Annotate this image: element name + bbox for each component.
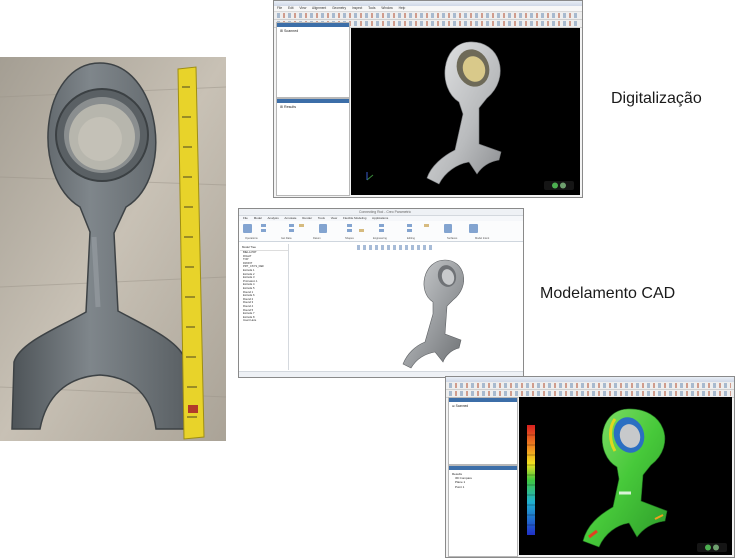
scan-3d-viewport[interactable] — [351, 28, 580, 195]
inspection-software-window: ⊞ Scanned Results 3D Compare Plane 1 Poi… — [445, 376, 735, 558]
group-editing: Editing — [407, 237, 415, 240]
menu-edit[interactable]: Edit — [288, 6, 294, 10]
software-logo-icon — [544, 181, 574, 190]
ribbon-tab-view[interactable]: View — [331, 216, 337, 220]
tree-item[interactable]: Insert Here — [243, 319, 288, 323]
group-model-intent: Model Intent — [475, 237, 490, 240]
color-map-part — [582, 408, 668, 548]
cad-graphics-area[interactable] — [289, 244, 521, 370]
inspect-3d-viewport[interactable] — [519, 397, 732, 555]
ribbon-tab-analysis[interactable]: Analysis — [268, 216, 279, 220]
group-shapes: Shapes — [345, 237, 354, 240]
model-tree-list[interactable]: BIELA.PRT RIGHT TOP FRONT PRT_CSYS_DEF E… — [240, 251, 288, 323]
ribbon-tab-applications[interactable]: Applications — [372, 216, 388, 220]
tree-item-scanned[interactable]: Scanned — [284, 29, 298, 33]
group-operations: Operations — [245, 237, 258, 240]
tree-item-results[interactable]: Results — [284, 105, 296, 109]
tree-item-scanned[interactable]: Scanned — [456, 404, 469, 408]
deviation-color-scale — [527, 425, 535, 535]
scan-tree-panel-top: ⊞ Scanned — [276, 22, 350, 98]
cad-part-model — [402, 259, 464, 369]
ribbon-tab-render[interactable]: Render — [302, 216, 312, 220]
menu-inspect[interactable]: Inspect — [352, 6, 362, 10]
menu-file[interactable]: File — [277, 6, 282, 10]
cad-title: Connecting Rod - Creo Parametric — [359, 210, 412, 214]
cad-model-tree[interactable]: Model Tree BIELA.PRT RIGHT TOP FRONT PRT… — [240, 244, 289, 370]
label-modelamento-cad: Modelamento CAD — [540, 285, 676, 302]
group-engineering: Engineering — [373, 237, 387, 240]
menu-geometry[interactable]: Geometry — [332, 6, 346, 10]
cad-quick-access[interactable]: Connecting Rod - Creo Parametric — [239, 209, 523, 216]
scan-software-window: File Edit View Alignment Geometry Inspec… — [273, 0, 583, 198]
menu-window[interactable]: Window — [381, 6, 392, 10]
scan-toolbar[interactable] — [274, 12, 582, 20]
software-logo-icon — [697, 543, 727, 552]
ribbon-tab-model[interactable]: Model — [254, 216, 262, 220]
tree-item-point[interactable]: Point 1 — [452, 485, 514, 489]
model-tree-header: Model Tree — [240, 244, 288, 251]
scan-tree-panel-bottom: ⊞ Results — [276, 98, 350, 196]
menu-view[interactable]: View — [299, 6, 306, 10]
ribbon-tab-flexible-modeling[interactable]: Flexible Modeling — [343, 216, 366, 220]
inspect-toolbar[interactable] — [446, 382, 734, 390]
cad-software-window: Connecting Rod - Creo Parametric File Mo… — [238, 208, 524, 378]
scanned-part-mesh — [426, 41, 502, 185]
axis-triad-icon — [366, 172, 374, 181]
connecting-rod-photo — [0, 57, 226, 441]
ribbon-tab-tools[interactable]: Tools — [318, 216, 325, 220]
inspect-tree-panel-bottom: Results 3D Compare Plane 1 Point 1 — [448, 465, 518, 557]
menu-help[interactable]: Help — [399, 6, 406, 10]
ribbon-tab-annotate[interactable]: Annotate — [284, 216, 296, 220]
label-digitalizacao: Digitalização — [611, 90, 702, 107]
cad-ribbon-groups: Operations Get Data Datum Shapes Enginee… — [239, 237, 523, 241]
group-datum: Datum — [313, 237, 321, 240]
menu-alignment[interactable]: Alignment — [312, 6, 326, 10]
ribbon-tab-file[interactable]: File — [243, 216, 248, 220]
group-surfaces: Surfaces — [447, 237, 458, 240]
inspect-tree-panel-top: ⊞ Scanned — [448, 397, 518, 465]
menu-tools[interactable]: Tools — [368, 6, 375, 10]
group-get-data: Get Data — [281, 237, 292, 240]
